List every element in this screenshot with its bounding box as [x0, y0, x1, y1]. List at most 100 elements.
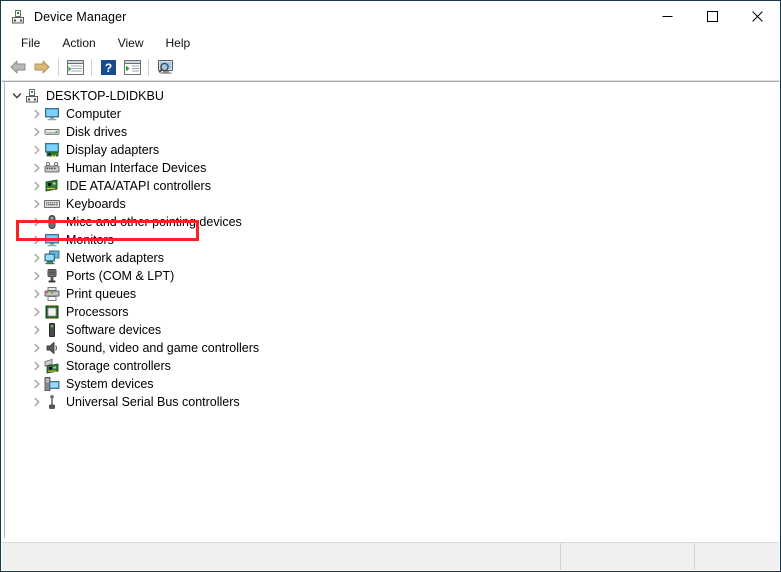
system-device-icon	[44, 376, 60, 392]
toolbar-separator	[91, 58, 92, 76]
processor-icon	[44, 304, 60, 320]
menu-item-view[interactable]: View	[107, 33, 155, 53]
device-tree-panel[interactable]: DESKTOP-LDIDKBU Computer Disk drives Dis…	[2, 81, 779, 538]
chevron-right-icon[interactable]	[30, 105, 44, 123]
tree-node-ports[interactable]: Ports (COM & LPT)	[2, 267, 779, 285]
toolbar-separator	[148, 58, 149, 76]
software-device-icon	[44, 322, 60, 338]
tree-node-monitors[interactable]: Monitors	[2, 231, 779, 249]
monitor-magnifier-icon[interactable]	[153, 55, 177, 79]
device-manager-icon	[10, 9, 26, 25]
chevron-right-icon[interactable]	[30, 393, 44, 411]
tree-node-print-queues[interactable]: Print queues	[2, 285, 779, 303]
menu-item-action[interactable]: Action	[51, 33, 106, 53]
title-bar: Device Manager	[1, 1, 780, 32]
monitor-icon	[44, 106, 60, 122]
chevron-right-icon[interactable]	[30, 213, 44, 231]
console-tree-icon[interactable]	[63, 55, 87, 79]
tree-node-ide-controllers[interactable]: IDE ATA/ATAPI controllers	[2, 177, 779, 195]
tree-node-label: Print queues	[66, 287, 137, 301]
chevron-right-icon[interactable]	[30, 123, 44, 141]
chevron-right-icon[interactable]	[30, 357, 44, 375]
status-pane-tertiary	[695, 543, 779, 570]
tree-node-human-interface-devices[interactable]: Human Interface Devices	[2, 159, 779, 177]
close-button[interactable]	[735, 1, 780, 32]
tree-node-label: Keyboards	[66, 197, 126, 211]
tree-node-label: Human Interface Devices	[66, 161, 207, 175]
status-pane-secondary	[561, 543, 695, 570]
tree-node-label: Storage controllers	[66, 359, 171, 373]
tree-node-label: Processors	[66, 305, 129, 319]
back-button[interactable]	[6, 55, 30, 79]
question-mark-icon[interactable]: ?	[96, 55, 120, 79]
tree-node-label: Display adapters	[66, 143, 160, 157]
chevron-right-icon[interactable]	[30, 141, 44, 159]
status-bar	[2, 542, 779, 570]
window-title: Device Manager	[34, 9, 127, 24]
tree-node-label: Disk drives	[66, 125, 128, 139]
properties-window-icon[interactable]	[120, 55, 144, 79]
tree-node-disk-drives[interactable]: Disk drives	[2, 123, 779, 141]
port-icon	[44, 268, 60, 284]
tree-node-computer[interactable]: Computer	[2, 105, 779, 123]
monitor-icon	[44, 232, 60, 248]
chevron-right-icon[interactable]	[30, 339, 44, 357]
chevron-right-icon[interactable]	[30, 249, 44, 267]
tree-node-label: System devices	[66, 377, 154, 391]
tree-node-sound-video-game[interactable]: Sound, video and game controllers	[2, 339, 779, 357]
menu-item-file[interactable]: File	[10, 33, 51, 53]
keyboard-icon	[44, 196, 60, 212]
display-adapter-icon	[44, 142, 60, 158]
toolbar: ?	[1, 54, 780, 81]
tree-node-keyboards[interactable]: Keyboards	[2, 195, 779, 213]
printer-icon	[44, 286, 60, 302]
tree-node-root[interactable]: DESKTOP-LDIDKBU	[2, 87, 779, 105]
chevron-right-icon[interactable]	[30, 303, 44, 321]
status-pane-main	[2, 543, 561, 570]
chevron-right-icon[interactable]	[30, 159, 44, 177]
tree-node-storage-controllers[interactable]: Storage controllers	[2, 357, 779, 375]
disk-drive-icon	[44, 124, 60, 140]
network-adapter-icon	[44, 250, 60, 266]
chevron-right-icon[interactable]	[30, 321, 44, 339]
speaker-icon	[44, 340, 60, 356]
tree-node-label: Ports (COM & LPT)	[66, 269, 175, 283]
chevron-right-icon[interactable]	[30, 177, 44, 195]
chevron-right-icon[interactable]	[30, 375, 44, 393]
storage-controller-icon	[44, 358, 60, 374]
tree-node-label: Computer	[66, 107, 121, 121]
computer-node-icon	[24, 88, 40, 104]
tree-node-usb-controllers[interactable]: Universal Serial Bus controllers	[2, 393, 779, 411]
window-controls	[645, 1, 780, 32]
chevron-down-icon[interactable]	[10, 87, 24, 105]
device-tree: DESKTOP-LDIDKBU Computer Disk drives Dis…	[2, 87, 779, 411]
mouse-icon	[44, 214, 60, 230]
menu-bar: File Action View Help	[1, 32, 780, 54]
tree-node-label: IDE ATA/ATAPI controllers	[66, 179, 211, 193]
tree-node-network-adapters[interactable]: Network adapters	[2, 249, 779, 267]
tree-node-mice[interactable]: Mice and other pointing devices	[2, 213, 779, 231]
tree-node-label: Monitors	[66, 233, 114, 247]
tree-node-label: Network adapters	[66, 251, 164, 265]
chevron-right-icon[interactable]	[30, 267, 44, 285]
tree-node-software-devices[interactable]: Software devices	[2, 321, 779, 339]
menu-item-help[interactable]: Help	[155, 33, 202, 53]
device-manager-window: Device Manager File Action View Help ? D…	[0, 0, 781, 572]
minimize-button[interactable]	[645, 1, 690, 32]
tree-node-processors[interactable]: Processors	[2, 303, 779, 321]
tree-node-system-devices[interactable]: System devices	[2, 375, 779, 393]
chevron-right-icon[interactable]	[30, 231, 44, 249]
svg-text:?: ?	[104, 61, 111, 75]
forward-button[interactable]	[30, 55, 54, 79]
chevron-right-icon[interactable]	[30, 195, 44, 213]
maximize-button[interactable]	[690, 1, 735, 32]
tree-node-label: DESKTOP-LDIDKBU	[46, 89, 164, 103]
usb-icon	[44, 394, 60, 410]
chevron-right-icon[interactable]	[30, 285, 44, 303]
tree-node-label: Mice and other pointing devices	[66, 215, 242, 229]
ide-controller-icon	[44, 178, 60, 194]
tree-node-label: Sound, video and game controllers	[66, 341, 260, 355]
hid-icon	[44, 160, 60, 176]
tree-node-display-adapters[interactable]: Display adapters	[2, 141, 779, 159]
tree-node-label: Software devices	[66, 323, 162, 337]
